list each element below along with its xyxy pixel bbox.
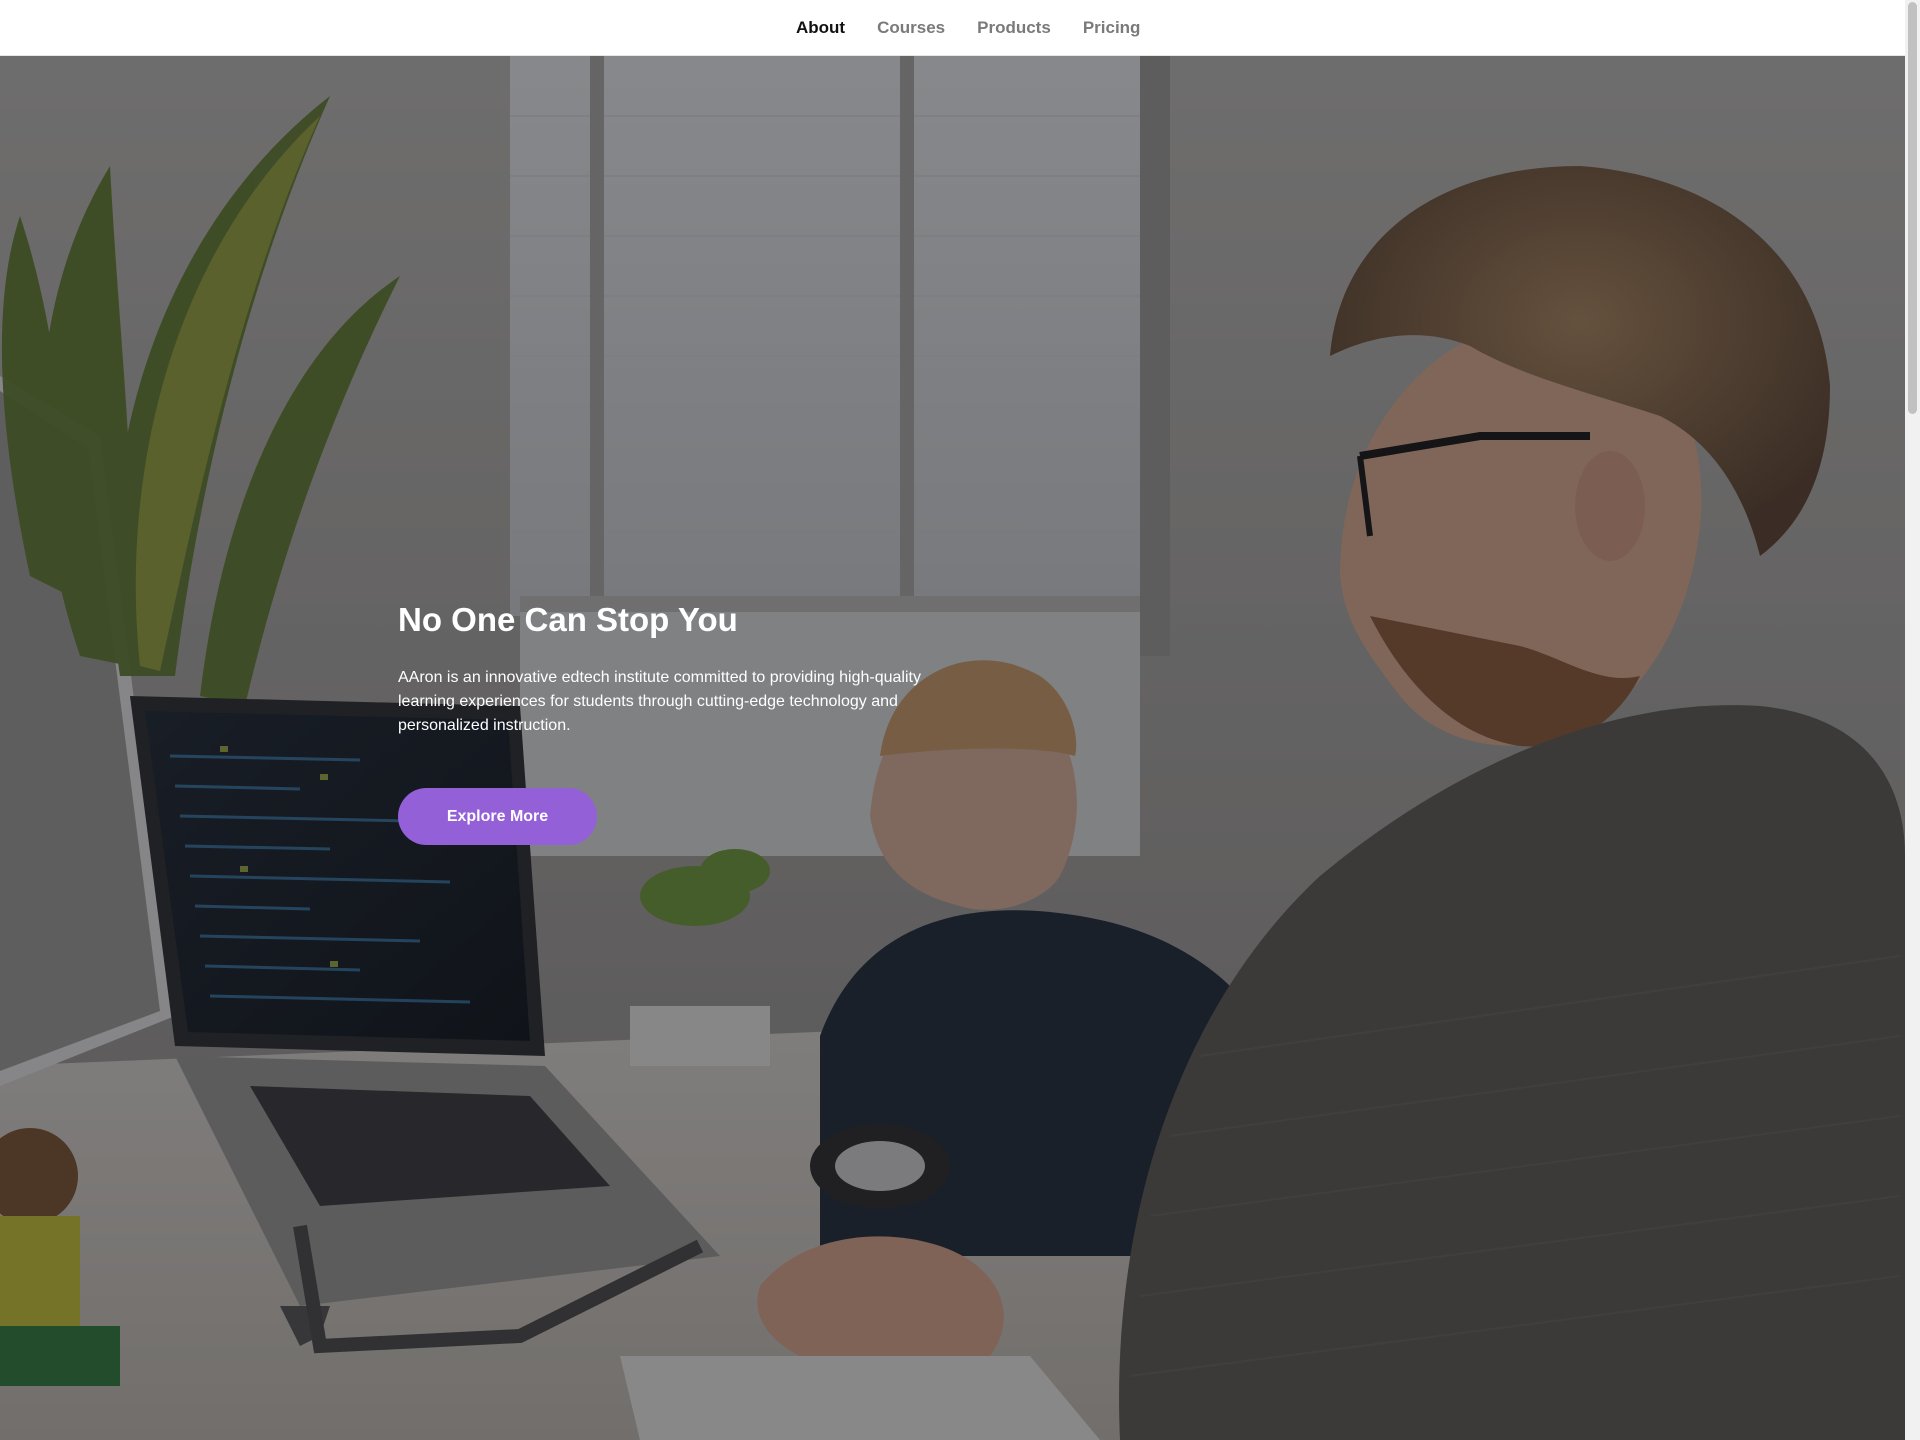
page-scrollbar[interactable]: [1905, 0, 1920, 1440]
top-navbar: About Courses Products Pricing: [0, 0, 1905, 56]
nav-link-courses[interactable]: Courses: [861, 0, 961, 55]
hero-description: AAron is an innovative edtech institute …: [398, 669, 921, 734]
nav-links: About Courses Products Pricing: [780, 0, 1156, 55]
nav-link-products[interactable]: Products: [961, 0, 1067, 55]
explore-more-button[interactable]: Explore More: [398, 788, 597, 845]
scrollbar-thumb[interactable]: [1908, 2, 1917, 414]
hero-content: No One Can Stop You AAron is an innovati…: [398, 598, 958, 845]
nav-link-pricing[interactable]: Pricing: [1067, 0, 1157, 55]
page: About Courses Products Pricing No One Ca…: [0, 0, 1920, 1440]
nav-link-about[interactable]: About: [780, 0, 861, 55]
hero-title: No One Can Stop You: [398, 601, 738, 638]
